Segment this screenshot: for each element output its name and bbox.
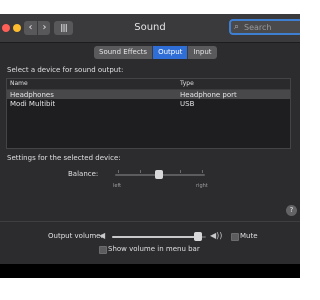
minimize-window-button[interactable] xyxy=(13,24,21,32)
balance-right-label: right xyxy=(196,183,208,189)
device-type: USB xyxy=(180,100,195,108)
mute-label: Mute xyxy=(240,232,258,240)
table-row[interactable]: Modi Multibit USB xyxy=(7,99,290,108)
column-header-name[interactable]: Name xyxy=(10,80,28,88)
tab-input[interactable]: Input xyxy=(188,46,216,59)
show-volume-checkbox[interactable] xyxy=(99,246,107,254)
close-window-button[interactable] xyxy=(2,24,10,32)
sound-preferences-window: ‹ › |||| Sound ⌕ Sound Effects Output In… xyxy=(0,14,300,264)
table-header: Name Type xyxy=(7,79,290,90)
balance-slider-handle[interactable] xyxy=(155,170,163,179)
help-button[interactable]: ? xyxy=(286,205,297,216)
speaker-low-icon: ◀ xyxy=(99,231,106,240)
balance-tick xyxy=(202,170,203,173)
window-title: Sound xyxy=(134,22,166,33)
device-type: Headphone port xyxy=(180,91,237,99)
show-all-button[interactable]: |||| xyxy=(54,21,73,35)
device-table: Name Type Headphones Headphone port Modi… xyxy=(6,78,291,149)
tab-sound-effects[interactable]: Sound Effects xyxy=(94,46,154,59)
table-row[interactable]: Headphones Headphone port xyxy=(7,90,290,99)
divider xyxy=(0,221,300,222)
tab-bar: Sound Effects Output Input xyxy=(94,46,217,59)
balance-tick xyxy=(140,170,141,173)
column-header-type[interactable]: Type xyxy=(180,80,194,88)
title-bar: ‹ › |||| Sound ⌕ xyxy=(0,14,300,43)
tab-output[interactable]: Output xyxy=(153,46,189,59)
output-volume-label: Output volume: xyxy=(48,232,103,240)
forward-button[interactable]: › xyxy=(37,21,51,35)
search-field[interactable]: ⌕ xyxy=(229,19,300,35)
mute-checkbox[interactable] xyxy=(231,233,239,241)
volume-slider-fill xyxy=(112,236,199,238)
back-button[interactable]: ‹ xyxy=(24,21,37,35)
search-icon: ⌕ xyxy=(234,22,240,32)
device-name: Modi Multibit xyxy=(10,100,56,108)
balance-left-label: left xyxy=(113,183,122,189)
balance-label: Balance: xyxy=(68,170,99,178)
speaker-high-icon: ◀)) xyxy=(210,231,223,240)
volume-slider-handle[interactable] xyxy=(194,232,203,241)
balance-tick xyxy=(180,170,181,173)
search-input[interactable] xyxy=(244,21,300,33)
settings-heading: Settings for the selected device: xyxy=(7,154,121,162)
nav-buttons: ‹ › xyxy=(24,21,50,35)
device-name: Headphones xyxy=(10,91,54,99)
output-device-heading: Select a device for sound output: xyxy=(7,66,124,74)
balance-tick xyxy=(118,170,119,173)
show-volume-label: Show volume in menu bar xyxy=(108,245,200,253)
volume-slider-track[interactable] xyxy=(112,236,206,238)
